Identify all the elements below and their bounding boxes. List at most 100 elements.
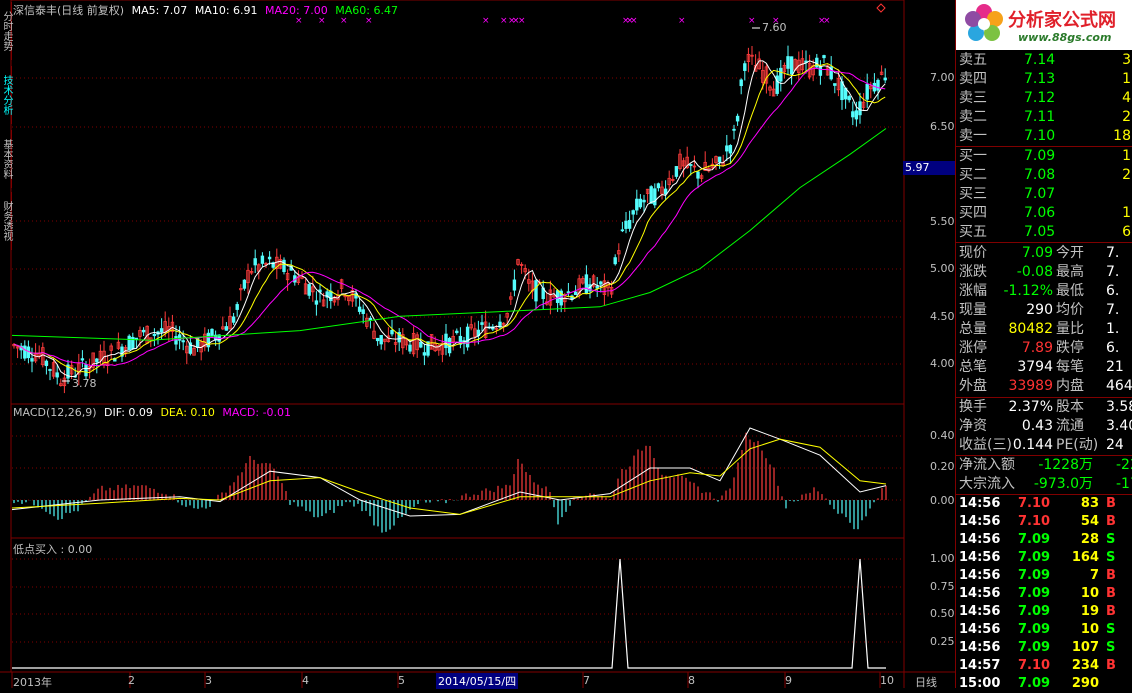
low-price-mark: 3.78 [72, 377, 97, 390]
macd-header: MACD(12,26,9) DIF: 0.09 DEA: 0.10 MACD: … [13, 406, 291, 419]
candle-body [307, 284, 311, 296]
ask-row[interactable]: 卖四 7.13 1 [956, 70, 1132, 89]
finance-row: 净资 0.43流通 3.40 [956, 417, 1132, 436]
candle-body [599, 281, 603, 285]
flower-logo-icon [965, 4, 1003, 41]
price-pane-frame [10, 0, 905, 405]
tick-row[interactable]: 14:56 7.09 19 B [956, 603, 1132, 621]
current-price-marker: 5.97 [903, 161, 955, 175]
candle-body [631, 210, 635, 215]
quote-label-2: 跌停 [1056, 340, 1084, 356]
candle-body [55, 372, 59, 378]
price-axis-400: 4.00 [930, 357, 955, 370]
candle-body [127, 335, 131, 351]
candle-body [231, 316, 236, 323]
tick-row[interactable]: 14:56 7.09 7 B [956, 567, 1132, 585]
quote-label-1: 涨幅 [959, 283, 987, 299]
tick-row[interactable]: 14:56 7.09 10 B [956, 585, 1132, 603]
candle-body [44, 360, 49, 367]
bid-row[interactable]: 买一 7.09 1 [956, 147, 1132, 166]
ma60-line [11, 128, 887, 341]
flow-extra: -22 [1116, 457, 1132, 473]
tick-price: 7.09 [1018, 640, 1051, 655]
quote-label-2: 均价 [1056, 302, 1084, 318]
ask-row[interactable]: 卖三 7.12 4 [956, 89, 1132, 108]
ma10-line [13, 63, 886, 374]
candle-body [779, 67, 783, 82]
bid-row[interactable]: 买四 7.06 1 [956, 204, 1132, 223]
flow-value: -1228万 [1038, 457, 1093, 473]
quote-value-1: -1.12% [1003, 283, 1053, 299]
candle-body [368, 317, 373, 321]
stock-title: 深信泰丰(日线 前复权) [13, 4, 125, 17]
bid-row[interactable]: 买二 7.08 2 [956, 166, 1132, 185]
bid-label: 买四 [959, 205, 987, 221]
candle-body [48, 369, 52, 371]
ask-row[interactable]: 卖一 7.10 18 [956, 127, 1132, 146]
tick-side: B [1106, 604, 1116, 619]
tick-volume: 290 [1071, 676, 1099, 691]
time-axis-4: 4 [302, 674, 309, 687]
candle-body [635, 198, 639, 211]
tab-technical[interactable]: 技术分析 [0, 66, 12, 124]
tab-fundamentals[interactable]: 基本资料 [0, 130, 12, 188]
tick-row[interactable]: 14:56 7.09 164 S [956, 549, 1132, 567]
tick-volume: 107 [1071, 640, 1099, 655]
candle-body [735, 115, 740, 122]
tick-row[interactable]: 15:00 7.09 290 [956, 675, 1132, 693]
candle-body [23, 345, 27, 359]
tab-financials[interactable]: 财务透视 [0, 192, 12, 250]
tick-volume: 164 [1071, 550, 1099, 565]
candle-body [627, 219, 632, 229]
ask-volume: 2 [1122, 109, 1131, 125]
macd-axis-040: 0.40 [930, 429, 955, 442]
tick-row[interactable]: 14:56 7.10 54 B [956, 513, 1132, 531]
price-axis-500: 5.00 [930, 262, 955, 275]
tick-row[interactable]: 14:57 7.10 234 B [956, 657, 1132, 675]
candle-body [876, 79, 880, 91]
site-logo: 分析家公式网 www.88gs.com [956, 0, 1132, 50]
tick-price: 7.09 [1018, 604, 1051, 619]
candle-body [696, 171, 700, 179]
finance-value-1: 0.144 [1012, 437, 1053, 453]
tick-row[interactable]: 14:56 7.10 83 B [956, 495, 1132, 513]
finance-value-2: 3.58 [1106, 399, 1132, 415]
bid-row[interactable]: 买五 7.05 6 [956, 223, 1132, 242]
ask-row[interactable]: 卖二 7.11 2 [956, 108, 1132, 127]
quote-label-2: 今开 [1056, 245, 1084, 261]
chart-area[interactable]: × × × × × × × × × × × × × × × × × 分时走势 技术分析 基本资料 财务透视 深信… [0, 0, 955, 689]
quote-row: 涨跌 -0.08 最高 7. [956, 263, 1132, 282]
bid-label: 买一 [959, 148, 987, 164]
ind-axis-100: 1.00 [930, 552, 955, 565]
kline-chart-svg[interactable]: × × × × × × ××× ××× × × × ×× [0, 0, 955, 688]
candle-body [375, 337, 380, 342]
tick-price: 7.09 [1018, 586, 1051, 601]
tick-volume: 10 [1080, 586, 1099, 601]
candle-body [883, 77, 887, 81]
candle-body [253, 258, 257, 266]
time-axis-2: 2 [128, 674, 135, 687]
tick-volume: 7 [1089, 568, 1099, 583]
tick-time: 14:56 [959, 550, 1001, 565]
finance-value-1: 2.37% [1008, 399, 1053, 415]
macd-axis-020: 0.20 [930, 460, 955, 473]
candle-body [534, 280, 538, 302]
time-axis-3: 3 [205, 674, 212, 687]
quote-value-1: 290 [1026, 302, 1053, 318]
bid-row[interactable]: 买三 7.07 [956, 185, 1132, 204]
ask-row[interactable]: 卖五 7.14 3 [956, 51, 1132, 70]
tick-row[interactable]: 14:56 7.09 107 S [956, 639, 1132, 657]
bid-volume: 6 [1122, 224, 1131, 240]
tick-row[interactable]: 14:56 7.09 28 S [956, 531, 1132, 549]
bid-volume: 1 [1122, 205, 1131, 221]
candle-body [595, 285, 599, 289]
finance-value-1: 0.43 [1021, 418, 1053, 434]
macd-title: MACD(12,26,9) [13, 406, 97, 419]
quote-value-1: 80482 [1008, 321, 1053, 337]
logo-url: www.88gs.com [1018, 31, 1112, 44]
tab-intraday[interactable]: 分时走势 [0, 2, 12, 60]
finance-label-2: PE(动) [1056, 437, 1099, 453]
bid-volume: 1 [1122, 148, 1131, 164]
tick-row[interactable]: 14:56 7.09 10 S [956, 621, 1132, 639]
flow-row: 大宗流入 -973.0万 -17 [956, 475, 1132, 494]
